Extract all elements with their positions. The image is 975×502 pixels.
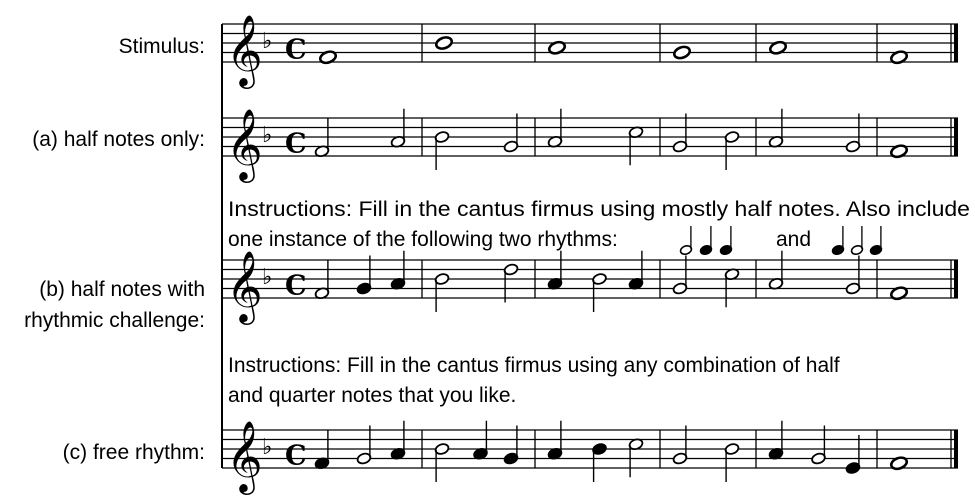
score: Stimulus: (a) half notes only: (b) half … — [24, 13, 970, 495]
staff-stimulus-final-barline-thick — [954, 24, 958, 62]
music-layer: 𝄞 ♭ C𝄞 ♭ C𝄞 ♭ C𝄞 ♭ C — [221, 13, 958, 495]
staff-c-final-barline-thick — [954, 430, 958, 468]
staff-c-flat: ♭ — [262, 435, 272, 460]
instructions-b-line1: Instructions: Fill in the cantus firmus … — [228, 198, 970, 221]
instructions-b-line2: one instance of the following two rhythm… — [228, 228, 618, 251]
staff-stimulus-time-signature: C — [285, 35, 307, 66]
staff-c-time-signature: C — [285, 441, 307, 472]
staff-a-treble-clef: 𝄞 — [226, 107, 263, 183]
staff-b-time-signature: C — [285, 271, 307, 302]
staff-c-treble-clef: 𝄞 — [226, 419, 263, 495]
staff-a-final-barline-thick — [954, 118, 958, 156]
staff-b-final-barline-thick — [954, 260, 958, 298]
staff-a-flat: ♭ — [262, 123, 272, 148]
staff-b-treble-clef: 𝄞 — [226, 249, 263, 325]
label-a: (a) half notes only: — [32, 128, 205, 151]
staff-b-flat: ♭ — [262, 265, 272, 290]
staff-stimulus-note-head — [434, 36, 454, 50]
instructions-c-line1: Instructions: Fill in the cantus firmus … — [228, 354, 840, 377]
staff-a-time-signature: C — [285, 129, 307, 160]
label-c: (c) free rhythm: — [63, 441, 205, 464]
label-b-line1: (b) half notes with — [39, 278, 205, 301]
instructions-b-and: and — [776, 228, 811, 251]
staff-stimulus-note-head — [672, 45, 692, 60]
instructions-c-line2: and quarter notes that you like. — [228, 384, 516, 407]
staff-stimulus-flat: ♭ — [262, 29, 272, 54]
label-stimulus: Stimulus: — [119, 35, 205, 58]
staff-stimulus-treble-clef: 𝄞 — [226, 13, 263, 89]
label-b-line2: rhythmic challenge: — [24, 309, 205, 332]
